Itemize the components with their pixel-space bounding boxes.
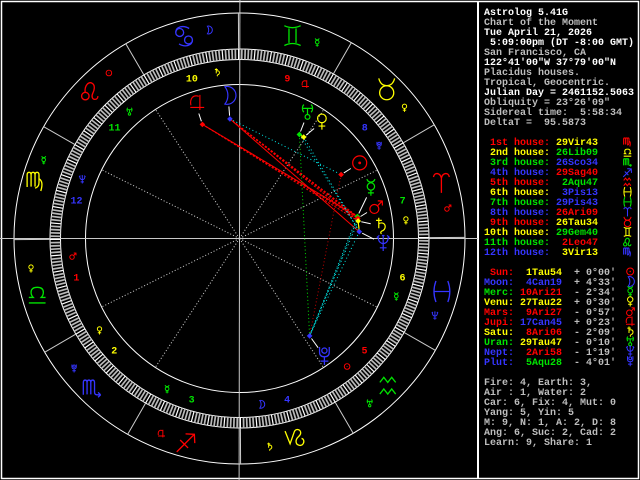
svg-text:10: 10 xyxy=(186,74,198,85)
svg-text:5: 5 xyxy=(361,347,367,358)
svg-text:3: 3 xyxy=(189,396,195,407)
svg-text:2: 2 xyxy=(111,346,117,357)
svg-text:- 4°01': - 4°01' xyxy=(574,357,616,369)
svg-text:4: 4 xyxy=(284,396,290,407)
svg-text:9: 9 xyxy=(284,75,290,86)
svg-text:12th house:: 12th house: xyxy=(484,247,550,259)
svg-text:Learn: 9, Share: 1: Learn: 9, Share: 1 xyxy=(484,437,592,449)
svg-text:6: 6 xyxy=(399,273,405,284)
svg-text:5Aqu28: 5Aqu28 xyxy=(520,358,562,369)
svg-text:8: 8 xyxy=(362,124,368,135)
svg-text:12: 12 xyxy=(70,197,82,208)
svg-text:11: 11 xyxy=(108,124,120,135)
svg-text:7: 7 xyxy=(400,197,406,208)
svg-text:3Vir13: 3Vir13 xyxy=(556,247,598,259)
svg-text:Plut:: Plut: xyxy=(484,357,514,369)
svg-text:1: 1 xyxy=(73,273,79,284)
svg-text:DeltaT = 95.5873: DeltaT = 95.5873 xyxy=(484,117,586,129)
